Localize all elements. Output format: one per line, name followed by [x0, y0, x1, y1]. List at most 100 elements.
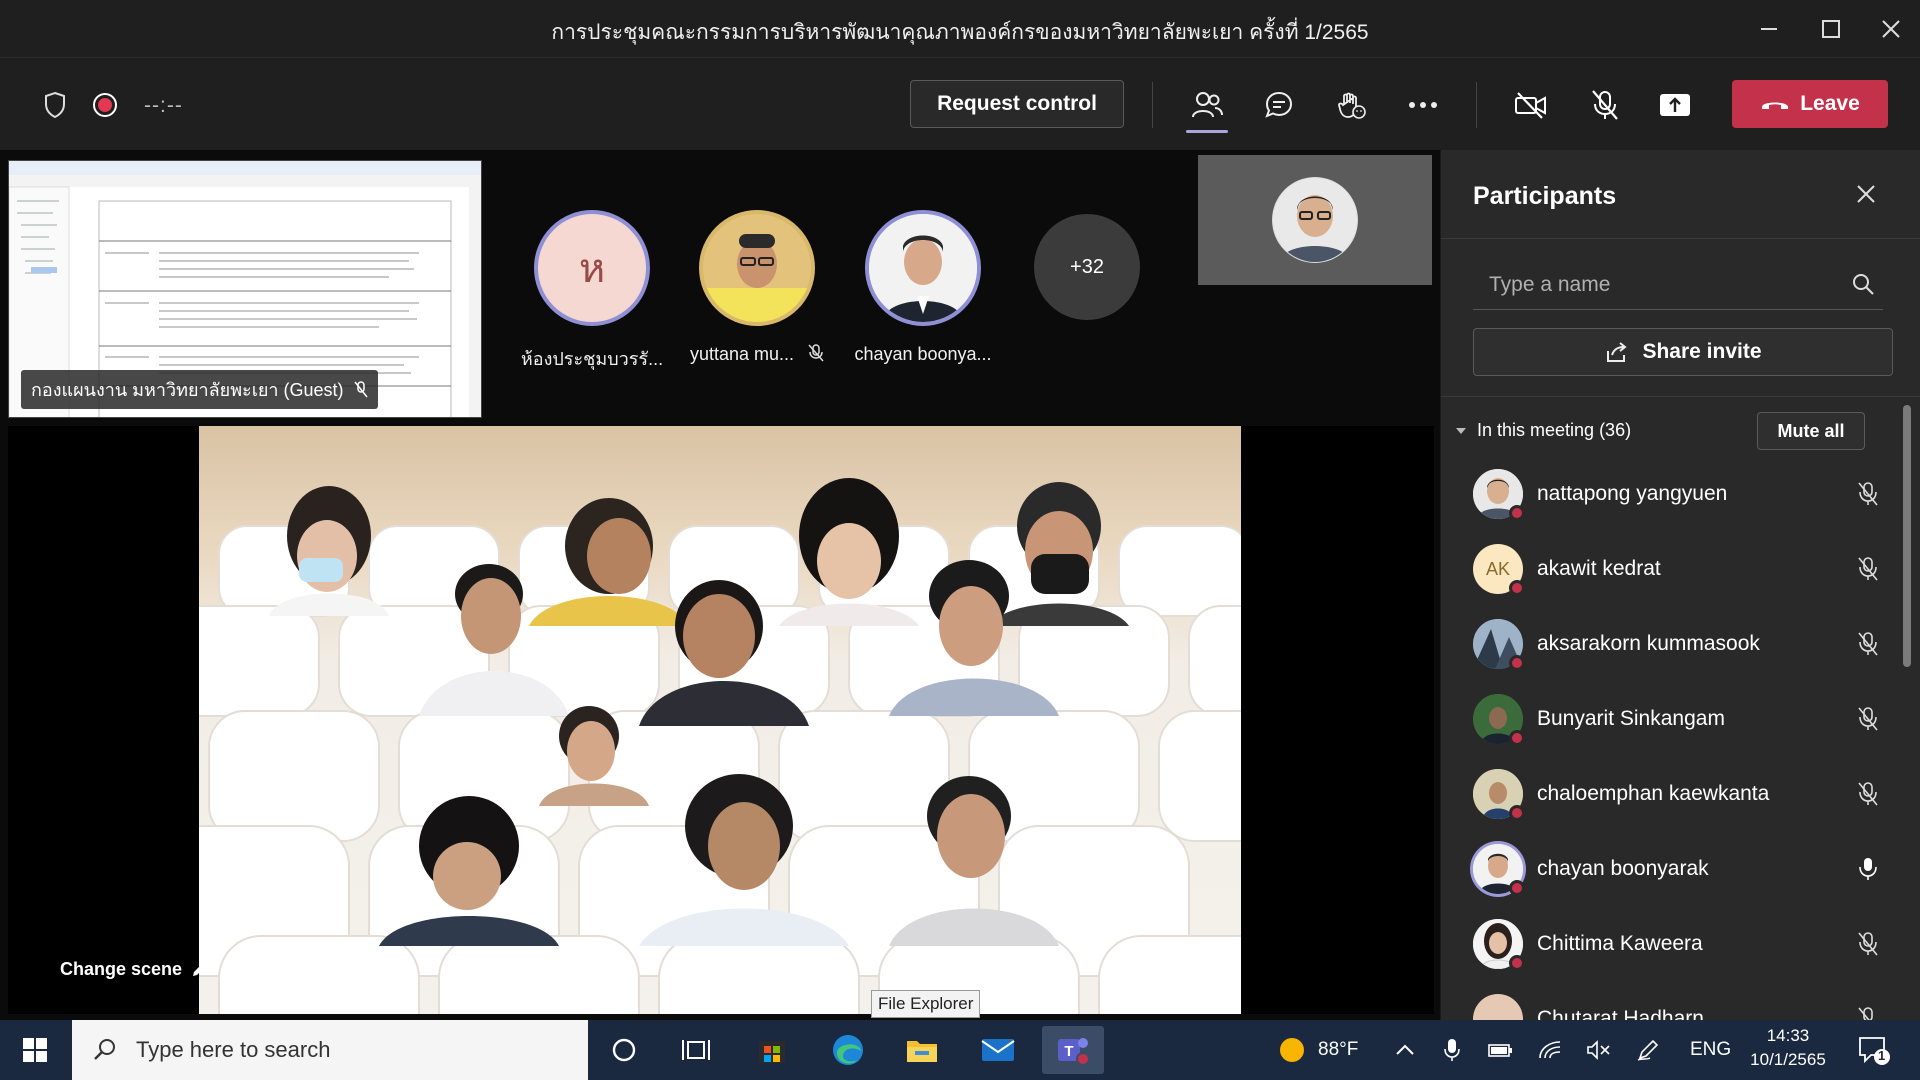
meeting-stage: กองแผนงาน มหาวิทยาลัยพะเยา (Guest) ห ห้อ… [0, 150, 1440, 1020]
wifi-icon [1539, 1041, 1561, 1059]
mic-off-icon [1853, 781, 1883, 807]
file-explorer-button[interactable] [894, 1026, 950, 1074]
participant-tile[interactable]: ห ห้องประชุมบวรรั... [517, 210, 667, 373]
svg-text:T: T [1064, 1043, 1073, 1060]
notification-center-button[interactable]: 1 [1856, 1020, 1890, 1080]
close-window-button[interactable] [1862, 0, 1920, 58]
chat-icon[interactable] [1256, 82, 1302, 128]
microphone-tray-icon[interactable] [1444, 1020, 1460, 1080]
share-invite-button[interactable]: Share invite [1473, 328, 1893, 376]
cortana-button[interactable] [596, 1026, 652, 1074]
store-icon [759, 1041, 785, 1063]
shared-screen-label: กองแผนงาน มหาวิทยาลัยพะเยา (Guest) [21, 370, 378, 409]
mail-button[interactable] [970, 1026, 1026, 1074]
maximize-icon [1822, 20, 1840, 38]
mail-icon [981, 1039, 1015, 1061]
camera-off-icon[interactable] [1508, 82, 1554, 128]
weather-widget[interactable]: 88°F [1278, 1020, 1358, 1080]
participant-row[interactable]: Chutarat Hadharn [1473, 991, 1883, 1020]
self-video-tile[interactable] [1198, 155, 1432, 285]
record-icon [82, 82, 128, 128]
avatar [1473, 769, 1525, 821]
close-icon [1857, 185, 1875, 203]
request-control-button[interactable]: Request control [910, 80, 1124, 128]
participant-name: Bunyarit Sinkangam [1537, 707, 1725, 730]
people-icon[interactable] [1184, 82, 1230, 128]
show-hidden-icons-button[interactable] [1396, 1020, 1414, 1080]
participant-search-input[interactable] [1473, 262, 1813, 308]
mic-off-icon [1853, 631, 1883, 657]
in-meeting-section-toggle[interactable]: In this meeting (36) [1455, 420, 1631, 441]
window-title: การประชุมคณะกรรมการบริหารพัฒนาคุณภาพองค์… [551, 21, 1369, 44]
avatar [1473, 844, 1525, 896]
language-label: ENG [1690, 1039, 1732, 1060]
microsoft-store-button[interactable] [744, 1026, 800, 1074]
volume-tray-icon[interactable] [1586, 1020, 1612, 1080]
pen-tray-icon[interactable] [1636, 1020, 1660, 1080]
auditorium-scene [199, 478, 1241, 1014]
taskbar-search-box[interactable]: Type here to search [72, 1020, 588, 1080]
panel-title: Participants [1473, 182, 1617, 210]
more-participants-button[interactable]: +32 [1034, 214, 1140, 320]
self-avatar [1272, 177, 1358, 263]
maximize-button[interactable] [1802, 0, 1860, 58]
search-icon[interactable] [1851, 272, 1875, 296]
wifi-tray-icon[interactable] [1538, 1020, 1562, 1080]
participant-row[interactable]: aksarakorn kummasook [1473, 616, 1883, 672]
virtual-background-scene [199, 426, 1241, 1014]
raise-hand-icon[interactable] [1328, 82, 1374, 128]
more-icon[interactable] [1400, 82, 1446, 128]
clock-date: 10/1/2565 [1750, 1050, 1826, 1069]
shield-icon[interactable] [32, 82, 78, 128]
participant-tile[interactable]: yuttana mu... [682, 210, 832, 365]
share-screen-icon[interactable] [1652, 82, 1698, 128]
start-button[interactable] [12, 1032, 58, 1068]
avatar-initial: ห [578, 246, 606, 292]
participant-name: chayan boonyarak [1537, 857, 1709, 880]
participant-row[interactable]: nattapong yangyuen [1473, 466, 1883, 522]
teams-button[interactable]: T [1042, 1026, 1104, 1074]
participant-tile[interactable]: chayan boonya... [848, 210, 998, 365]
participant-row[interactable]: Chittima Kaweera [1473, 916, 1883, 972]
section-label: In this meeting (36) [1477, 420, 1632, 440]
mic-off-icon[interactable] [1582, 82, 1628, 128]
battery-icon [1488, 1044, 1512, 1057]
phone-icon [1762, 102, 1789, 109]
task-view-button[interactable] [668, 1026, 724, 1074]
minimize-button[interactable] [1740, 0, 1798, 58]
divider [1441, 238, 1920, 239]
avatar [699, 210, 815, 326]
participant-name: yuttana mu... [689, 344, 795, 364]
avatar [1473, 919, 1525, 971]
participant-name: nattapong yangyuen [1537, 482, 1728, 505]
participant-row[interactable]: Bunyarit Sinkangam [1473, 691, 1883, 747]
shared-screen-thumbnail[interactable]: กองแผนงาน มหาวิทยาลัยพะเยา (Guest) [8, 160, 482, 418]
change-scene-label: Change scene [60, 959, 183, 979]
mic-off-icon [1853, 556, 1883, 582]
main-video-feed[interactable]: Change scene [8, 426, 1434, 1014]
participant-row[interactable]: chayan boonyarak [1473, 841, 1883, 897]
folder-icon [907, 1041, 937, 1062]
participant-row[interactable]: chaloemphan kaewkanta [1473, 766, 1883, 822]
title-bar: การประชุมคณะกรรมการบริหารพัฒนาคุณภาพองค์… [0, 0, 1920, 58]
clock-time: 14:33 [1766, 1026, 1810, 1045]
avatar [1473, 469, 1525, 521]
close-icon [1882, 20, 1900, 38]
system-clock[interactable]: 14:33 10/1/2565 [1742, 1024, 1834, 1072]
leave-button[interactable]: Leave [1732, 80, 1888, 128]
edge-button[interactable] [820, 1026, 876, 1074]
mute-all-button[interactable]: Mute all [1757, 412, 1865, 450]
input-language[interactable]: ENG [1690, 1020, 1731, 1080]
windows-taskbar: Type here to search T 88°F ENG 14:33 10/… [0, 1020, 1920, 1080]
participant-name: chaloemphan kaewkanta [1537, 782, 1770, 805]
divider [1441, 396, 1920, 397]
participant-list: nattapong yangyuen AK akawit kedrat aksa… [1441, 462, 1920, 1020]
change-scene-button[interactable]: Change scene [60, 959, 208, 980]
battery-tray-icon[interactable] [1488, 1020, 1514, 1080]
close-panel-button[interactable] [1856, 180, 1876, 211]
participant-row[interactable]: AK akawit kedrat [1473, 541, 1883, 597]
mic-off-icon [1853, 931, 1883, 957]
participant-name: chayan boonya... [854, 344, 992, 364]
participant-search[interactable] [1473, 262, 1883, 310]
mic-off-icon [1853, 1006, 1883, 1020]
